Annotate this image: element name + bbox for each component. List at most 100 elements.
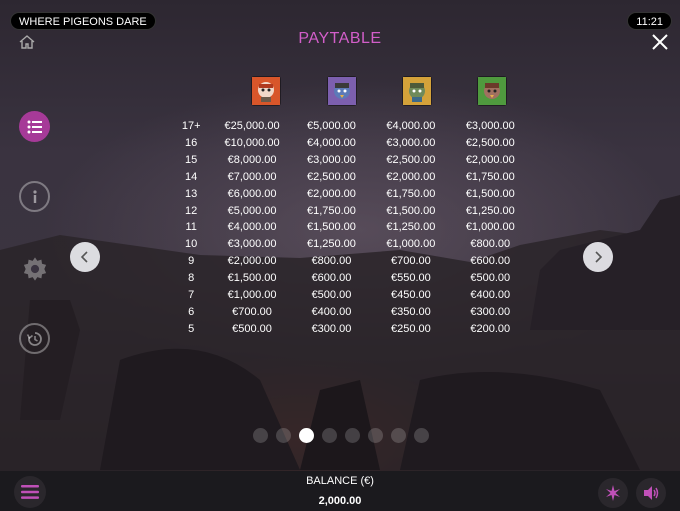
close-icon[interactable]: [650, 32, 670, 52]
payout-value: €800.00: [470, 238, 511, 251]
paytable-row: 17+ €25,000.00 €5,000.00 €4,000.00 €3,000.00: [170, 118, 530, 135]
clock: 11:21: [627, 12, 672, 30]
payout-value: €1,750.00: [306, 204, 356, 217]
payout-value: €2,000.00: [227, 255, 277, 268]
payout-value: €600.00: [311, 272, 352, 285]
payout-value: €2,000.00: [465, 154, 515, 167]
symbol-count: 7: [188, 288, 195, 301]
payout-value: €3,000.00: [465, 120, 515, 133]
pagination-dot[interactable]: [253, 428, 268, 443]
info-menu-button[interactable]: [19, 181, 50, 212]
symbol-count: 10: [185, 238, 198, 251]
turbo-icon: [606, 485, 620, 501]
symbol-count: 6: [188, 305, 195, 318]
paytable-row: 15 €8,000.00 €3,000.00 €2,500.00 €2,000.00: [170, 152, 530, 169]
pagination-dot[interactable]: [345, 428, 360, 443]
paytable-row: 6 €700.00 €400.00 €350.00 €300.00: [170, 303, 530, 320]
pigeon-yellow-symbol-icon: [402, 76, 432, 106]
payout-value: €350.00: [390, 305, 431, 318]
pagination-dot[interactable]: [299, 428, 314, 443]
payout-value: €1,500.00: [227, 272, 277, 285]
symbol-count: 13: [185, 187, 198, 200]
payout-value: €3,000.00: [306, 154, 356, 167]
payout-value: €4,000.00: [386, 120, 436, 133]
payout-value: €5,000.00: [227, 204, 277, 217]
symbol-count: 14: [185, 170, 198, 183]
info-icon: [32, 189, 37, 203]
paytable-body: 17+ €25,000.00 €5,000.00 €4,000.00 €3,000.00…: [170, 118, 530, 337]
payout-value: €1,000.00: [227, 288, 277, 301]
payout-value: €2,500.00: [465, 137, 515, 150]
payout-value: €7,000.00: [227, 170, 277, 183]
payout-value: €600.00: [470, 255, 511, 268]
paytable-row: 7 €1,000.00 €500.00 €450.00 €400.00: [170, 286, 530, 303]
paytable-row: 16 €10,000.00 €4,000.00 €3,000.00 €2,500.00: [170, 135, 530, 152]
payout-value: €10,000.00: [224, 137, 280, 150]
symbol-count: 16: [185, 137, 198, 150]
paytable-row: 9 €2,000.00 €800.00 €700.00 €600.00: [170, 253, 530, 270]
pagination-dot[interactable]: [276, 428, 291, 443]
symbol-count: 9: [188, 255, 195, 268]
payout-value: €450.00: [390, 288, 431, 301]
sound-button[interactable]: [636, 478, 666, 508]
paytable-row: 12 €5,000.00 €1,750.00 €1,500.00 €1,250.00: [170, 202, 530, 219]
game-title: WHERE PIGEONS DARE: [10, 12, 156, 30]
payout-value: €5,000.00: [306, 120, 356, 133]
payout-value: €3,000.00: [227, 238, 277, 251]
chevron-left-icon: [80, 251, 88, 263]
payout-value: €300.00: [470, 305, 511, 318]
list-icon: [27, 120, 42, 133]
payout-value: €3,000.00: [386, 137, 436, 150]
pagination-dot[interactable]: [368, 428, 383, 443]
paytable-menu-button[interactable]: [19, 111, 50, 142]
balance-label: BALANCE (€): [306, 475, 374, 487]
payout-value: €500.00: [232, 322, 272, 335]
payout-value: €6,000.00: [227, 187, 277, 200]
payout-value: €1,000.00: [465, 221, 515, 234]
payout-value: €2,000.00: [306, 187, 356, 200]
payout-value: €700.00: [232, 305, 272, 318]
pigeon-green-symbol-icon: [477, 76, 507, 106]
payout-value: €1,500.00: [306, 221, 356, 234]
pigeon-red-symbol-icon: [251, 76, 281, 106]
payout-value: €1,250.00: [386, 221, 436, 234]
payout-value: €400.00: [311, 305, 352, 318]
symbol-count: 15: [185, 154, 198, 167]
paytable-row: 8 €1,500.00 €600.00 €550.00 €500.00: [170, 270, 530, 287]
previous-page-button[interactable]: [70, 242, 100, 272]
symbol-count: 17+: [181, 120, 201, 133]
payout-value: €1,500.00: [465, 187, 515, 200]
pagination-dot[interactable]: [322, 428, 337, 443]
payout-value: €1,750.00: [386, 187, 436, 200]
settings-menu-button[interactable]: [19, 253, 50, 284]
payout-value: €250.00: [390, 322, 431, 335]
balance-value: 2,000.00: [318, 495, 362, 507]
history-menu-button[interactable]: [19, 323, 50, 354]
payout-value: €1,250.00: [465, 204, 515, 217]
payout-value: €4,000.00: [306, 137, 356, 150]
history-icon: [26, 331, 42, 346]
payout-value: €1,750.00: [465, 170, 515, 183]
payout-value: €300.00: [311, 322, 352, 335]
next-page-button[interactable]: [583, 242, 613, 272]
payout-value: €500.00: [470, 272, 511, 285]
payout-value: €550.00: [390, 272, 431, 285]
payout-value: €25,000.00: [224, 120, 280, 133]
payout-value: €4,000.00: [227, 221, 277, 234]
page-title: PAYTABLE: [298, 30, 382, 47]
paytable-row: 11 €4,000.00 €1,500.00 €1,250.00 €1,000.00: [170, 219, 530, 236]
speaker-icon: [644, 486, 659, 500]
paytable-row: 14 €7,000.00 €2,500.00 €2,000.00 €1,750.00: [170, 169, 530, 186]
symbol-count: 12: [185, 204, 198, 217]
payout-value: €8,000.00: [227, 154, 277, 167]
payout-value: €400.00: [470, 288, 511, 301]
payout-value: €2,500.00: [386, 154, 436, 167]
pagination-dot[interactable]: [414, 428, 429, 443]
payout-value: €700.00: [390, 255, 431, 268]
pagination-dot[interactable]: [391, 428, 406, 443]
symbol-count: 11: [185, 221, 197, 234]
paytable: 17+ €25,000.00 €5,000.00 €4,000.00 €3,000.00…: [170, 118, 530, 337]
paytable-row: 10 €3,000.00 €1,250.00 €1,000.00 €800.00: [170, 236, 530, 253]
payout-value: €1,000.00: [386, 238, 436, 251]
turbo-button[interactable]: [598, 478, 628, 508]
